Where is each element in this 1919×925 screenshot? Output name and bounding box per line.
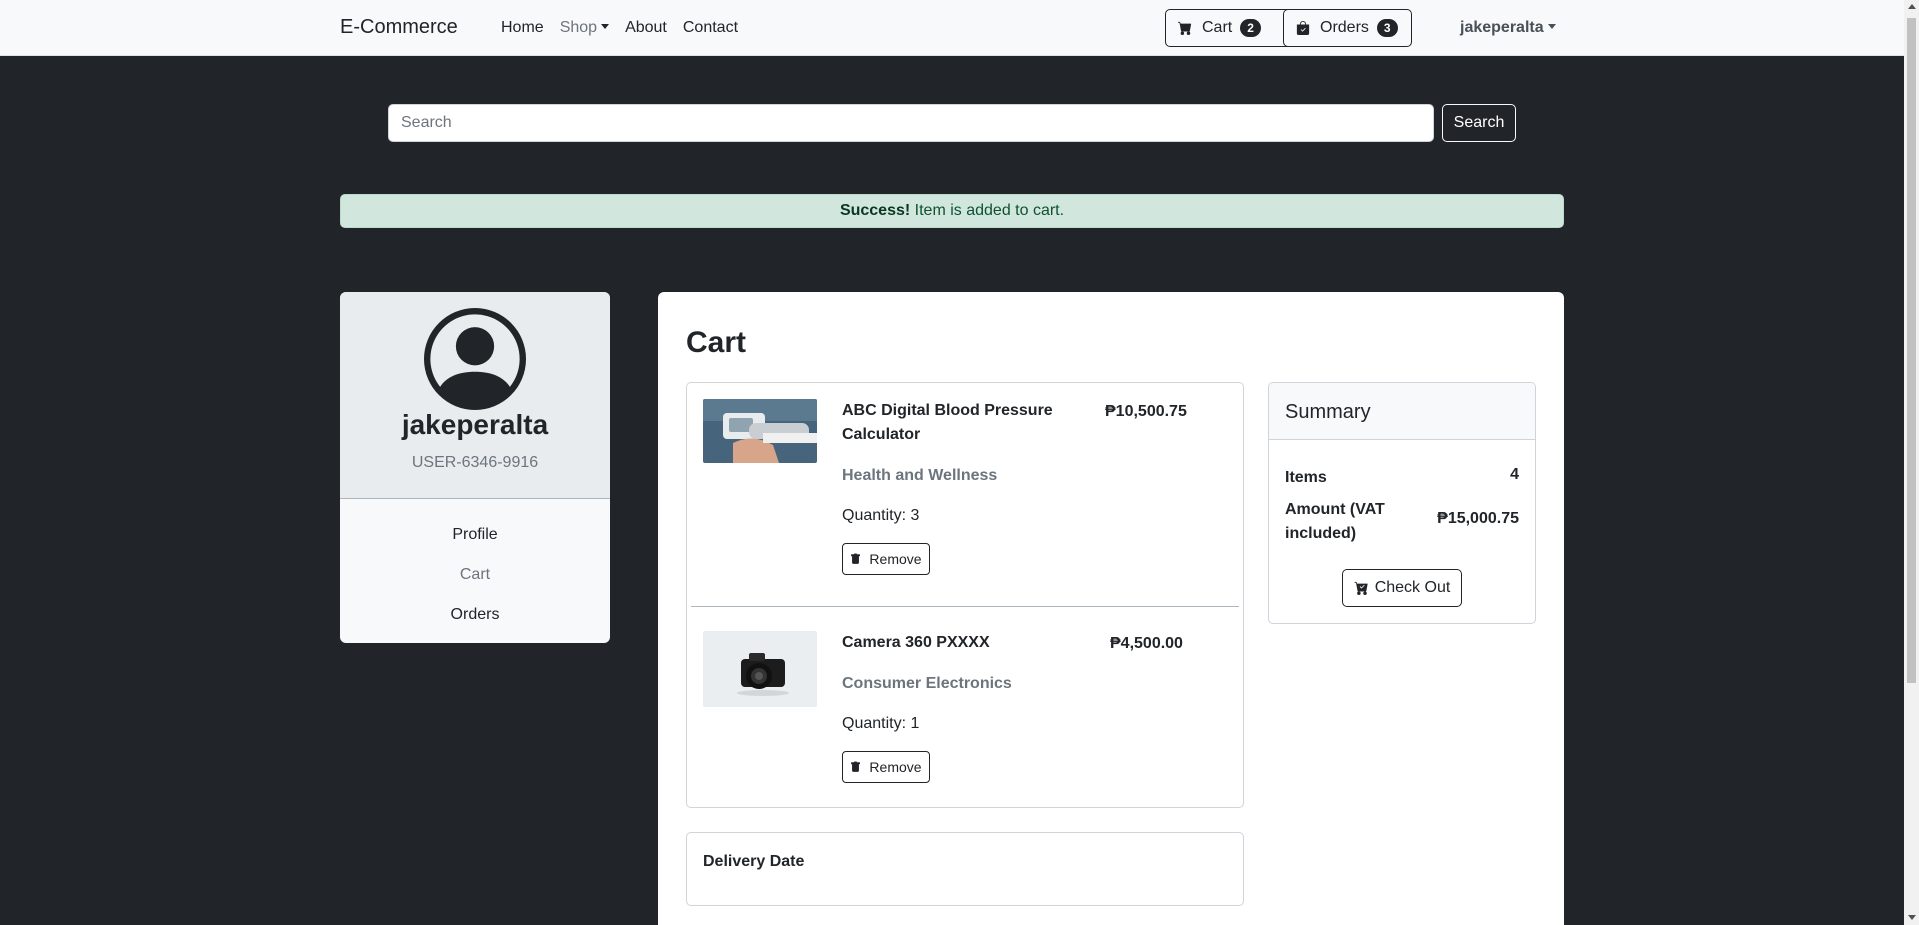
brand-logo[interactable]: E-Commerce bbox=[340, 16, 458, 39]
cart-button-label: Cart bbox=[1202, 19, 1233, 36]
navbar: E-Commerce Home Shop About Contact Cart … bbox=[0, 0, 1904, 56]
search-input[interactable] bbox=[388, 104, 1434, 142]
nav-shop-label: Shop bbox=[559, 19, 598, 36]
nav-about-link[interactable]: About bbox=[625, 19, 667, 37]
sidebar-item-cart[interactable]: Cart bbox=[340, 566, 610, 584]
cart-check-icon bbox=[1354, 581, 1368, 595]
alert-message: Item is added to cart. bbox=[914, 202, 1065, 219]
user-circle-icon bbox=[424, 308, 526, 410]
item-name: Camera 360 PXXXX bbox=[842, 634, 990, 651]
profile-sidebar: jakeperalta USER-6346-9916 Profile Cart … bbox=[340, 292, 610, 643]
item-quantity: Quantity: 1 bbox=[842, 715, 920, 732]
item-name: ABC Digital Blood Pressure Calculator bbox=[842, 402, 1053, 443]
sidebar-item-orders[interactable]: Orders bbox=[340, 606, 610, 624]
cart-icon bbox=[1178, 21, 1192, 35]
cart-items-list: ABC Digital Blood Pressure Calculator ₱1… bbox=[686, 382, 1244, 808]
sidebar-item-profile[interactable]: Profile bbox=[340, 526, 610, 544]
trash-icon bbox=[851, 553, 861, 564]
scroll-thumb[interactable] bbox=[1907, 18, 1916, 683]
item-category: Health and Wellness bbox=[842, 467, 998, 484]
bag-icon bbox=[1296, 21, 1310, 35]
delivery-date-label: Delivery Date bbox=[703, 853, 805, 870]
chevron-down-icon bbox=[601, 24, 610, 29]
delivery-date-section: Delivery Date bbox=[686, 832, 1244, 906]
page-scrollbar[interactable] bbox=[1904, 0, 1919, 925]
summary-title: Summary bbox=[1285, 401, 1371, 423]
item-price: ₱10,500.75 bbox=[1105, 403, 1187, 420]
search-button[interactable]: Search bbox=[1442, 104, 1516, 142]
user-menu-label: jakeperalta bbox=[1460, 19, 1544, 36]
summary-header: Summary bbox=[1269, 383, 1535, 440]
product-image[interactable] bbox=[703, 631, 817, 707]
nav-home-link[interactable]: Home bbox=[501, 19, 544, 37]
orders-button[interactable]: Orders 3 bbox=[1283, 9, 1412, 47]
cart-count-badge: 2 bbox=[1240, 19, 1261, 37]
alert-strong: Success! bbox=[839, 202, 911, 219]
summary-amount-value: ₱15,000.75 bbox=[1437, 510, 1519, 527]
item-category: Consumer Electronics bbox=[842, 675, 1012, 692]
remove-label: Remove bbox=[869, 551, 922, 567]
profile-username: jakeperalta bbox=[401, 409, 549, 440]
success-alert: Success! Item is added to cart. bbox=[340, 194, 1564, 228]
nav-contact-link[interactable]: Contact bbox=[683, 19, 738, 37]
scroll-up-arrow-icon[interactable] bbox=[1908, 4, 1916, 9]
chevron-down-icon bbox=[1547, 24, 1556, 29]
summary-items-label: Items bbox=[1285, 469, 1327, 486]
user-menu-dropdown[interactable]: jakeperalta bbox=[1460, 19, 1556, 37]
item-divider bbox=[691, 606, 1239, 607]
checkout-button[interactable]: Check Out bbox=[1342, 569, 1462, 607]
nav-shop-dropdown[interactable]: Shop bbox=[559, 19, 610, 37]
profile-header: jakeperalta USER-6346-9916 bbox=[340, 292, 610, 499]
order-summary: Summary Items 4 Amount (VAT included) ₱1… bbox=[1268, 382, 1536, 624]
profile-user-id: USER-6346-9916 bbox=[411, 454, 539, 471]
remove-label: Remove bbox=[869, 759, 922, 775]
scroll-down-arrow-icon[interactable] bbox=[1908, 915, 1916, 920]
product-image[interactable] bbox=[703, 399, 817, 463]
summary-items-value: 4 bbox=[1510, 466, 1519, 483]
trash-icon bbox=[851, 761, 861, 772]
item-quantity: Quantity: 3 bbox=[842, 507, 920, 524]
orders-count-badge: 3 bbox=[1376, 19, 1398, 37]
page-title: Cart bbox=[686, 326, 747, 359]
cart-panel: Cart ABC Digital Blood Pressure Calculat… bbox=[658, 292, 1564, 925]
checkout-label: Check Out bbox=[1374, 579, 1451, 596]
item-price: ₱4,500.00 bbox=[1110, 635, 1183, 652]
orders-button-label: Orders bbox=[1320, 19, 1369, 36]
nav-links: Home Shop About Contact bbox=[501, 19, 754, 37]
remove-item-button[interactable]: Remove bbox=[842, 751, 930, 783]
summary-amount-label: Amount (VAT included) bbox=[1285, 501, 1385, 542]
remove-item-button[interactable]: Remove bbox=[842, 543, 930, 575]
